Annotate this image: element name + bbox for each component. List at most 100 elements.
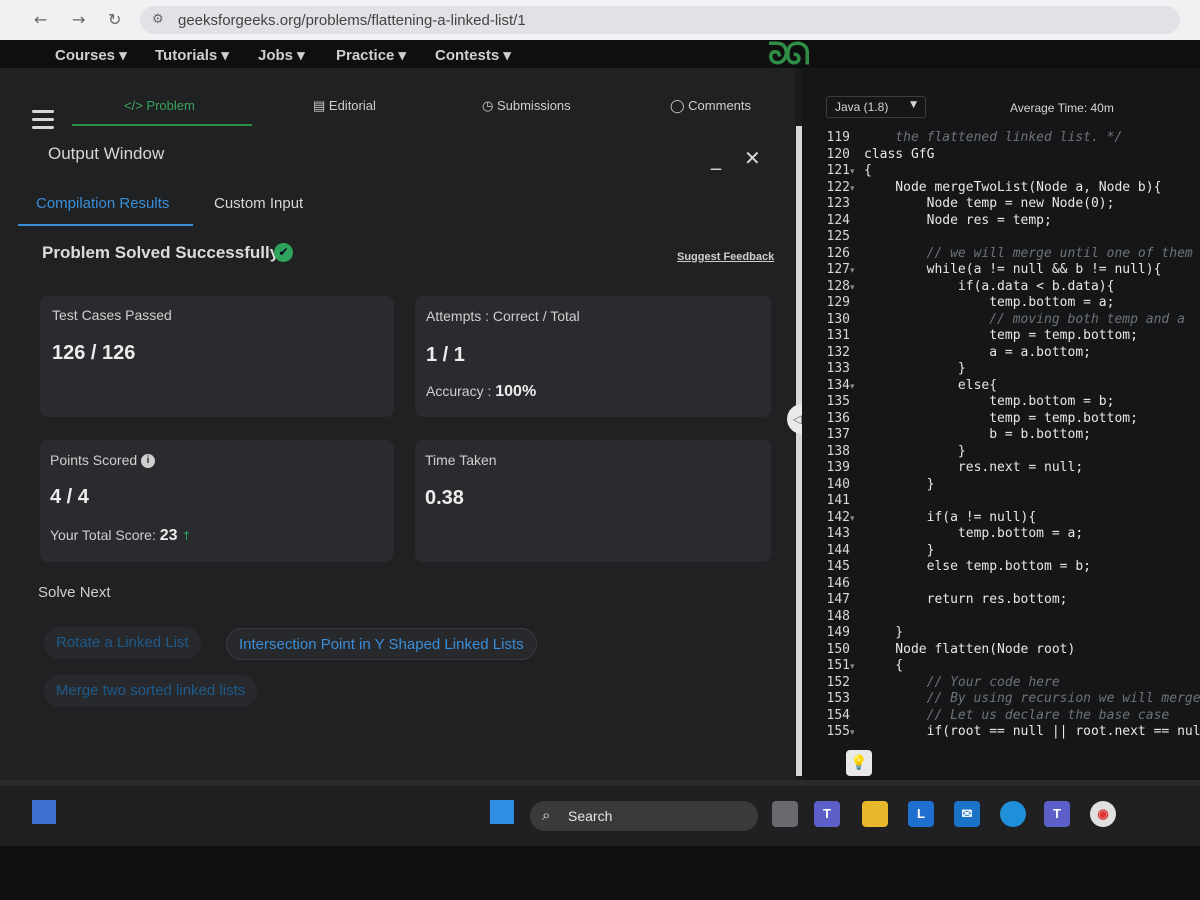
code-line[interactable]: 131 temp = temp.bottom; xyxy=(806,328,1138,344)
code-line[interactable]: 133 } xyxy=(806,361,966,377)
code-line[interactable]: 140 } xyxy=(806,477,935,493)
back-arrow-icon[interactable]: ← xyxy=(34,10,47,29)
code-text[interactable]: return res.bottom; xyxy=(864,592,1068,607)
hamburger-menu-icon[interactable] xyxy=(32,110,54,134)
code-text[interactable]: { xyxy=(864,658,903,673)
code-line[interactable]: 136 temp = temp.bottom; xyxy=(806,411,1138,427)
code-text[interactable]: while(a != null && b != null){ xyxy=(864,262,1162,277)
language-select[interactable]: Java (1.8) ▼ xyxy=(826,96,926,118)
code-line[interactable]: 129 temp.bottom = a; xyxy=(806,295,1115,311)
search-box[interactable]: ⌕ Search xyxy=(530,801,758,831)
info-icon[interactable]: i xyxy=(141,454,156,469)
code-line[interactable]: 121▾{ xyxy=(806,163,872,179)
code-line[interactable]: 132 a = a.bottom; xyxy=(806,345,1091,361)
code-text[interactable]: if(a != null){ xyxy=(864,510,1037,525)
site-info-icon[interactable]: ⚙ xyxy=(152,12,164,27)
nav-practice[interactable]: Practice ▾ xyxy=(336,46,406,64)
code-line[interactable]: 150 Node flatten(Node root) xyxy=(806,642,1076,658)
code-line[interactable]: 128▾ if(a.data < b.data){ xyxy=(806,279,1115,296)
code-line[interactable]: 146 xyxy=(806,576,864,592)
widgets-icon[interactable] xyxy=(32,800,56,824)
code-line[interactable]: 139 res.next = null; xyxy=(806,460,1084,476)
fold-arrow-icon[interactable]: ▾ xyxy=(850,263,864,279)
tab-editorial[interactable]: ▤ Editorial xyxy=(313,98,376,114)
code-line[interactable]: 125 xyxy=(806,229,864,245)
code-text[interactable]: temp.bottom = a; xyxy=(864,526,1083,541)
code-text[interactable]: else temp.bottom = b; xyxy=(864,559,1091,574)
chrome-icon[interactable]: ◉ xyxy=(1090,801,1116,827)
suggestion-chip[interactable]: Merge two sorted linked lists xyxy=(44,675,258,707)
close-button[interactable]: ✕ xyxy=(744,146,761,170)
suggestion-chip[interactable]: Intersection Point in Y Shaped Linked Li… xyxy=(226,628,537,660)
task-view-icon[interactable] xyxy=(772,801,798,827)
code-line[interactable]: 124 Node res = temp; xyxy=(806,213,1052,229)
code-line[interactable]: 137 b = b.bottom; xyxy=(806,427,1091,443)
tab-custom-input[interactable]: Custom Input xyxy=(214,195,303,212)
code-line[interactable]: 126 // we will merge until one of them xyxy=(806,246,1193,262)
code-line[interactable]: 119 the flattened linked list. */ xyxy=(806,130,1123,146)
code-line[interactable]: 144 } xyxy=(806,543,935,559)
url-text[interactable]: geeksforgeeks.org/problems/flattening-a-… xyxy=(178,12,526,29)
code-text[interactable]: temp = temp.bottom; xyxy=(864,328,1138,343)
code-line[interactable]: 152 // Your code here xyxy=(806,675,1060,691)
code-text[interactable]: { xyxy=(864,163,872,178)
teams-chat-icon[interactable]: T xyxy=(814,801,840,827)
code-text[interactable]: Node res = temp; xyxy=(864,213,1052,228)
code-text[interactable]: if(root == null || root.next == null xyxy=(864,724,1200,739)
code-line[interactable]: 135 temp.bottom = b; xyxy=(806,394,1115,410)
code-line[interactable]: 143 temp.bottom = a; xyxy=(806,526,1084,542)
minimize-button[interactable]: _ xyxy=(711,146,721,170)
code-text[interactable]: res.next = null; xyxy=(864,460,1083,475)
code-line[interactable]: 155▾ if(root == null || root.next == nul… xyxy=(806,724,1200,740)
code-text[interactable]: temp = temp.bottom; xyxy=(864,411,1138,426)
fold-arrow-icon[interactable]: ▾ xyxy=(850,725,864,741)
forward-arrow-icon[interactable]: → xyxy=(72,10,85,29)
code-text[interactable]: class GfG xyxy=(864,147,934,162)
code-text[interactable]: temp.bottom = a; xyxy=(864,295,1114,310)
code-text[interactable]: the flattened linked list. */ xyxy=(864,130,1122,145)
code-line[interactable]: 141 xyxy=(806,493,864,509)
nav-courses[interactable]: Courses ▾ xyxy=(55,46,127,64)
suggestion-chip[interactable]: Rotate a Linked List xyxy=(44,627,201,659)
code-line[interactable]: 145 else temp.bottom = b; xyxy=(806,559,1091,575)
code-line[interactable]: 149 } xyxy=(806,625,904,641)
lightbulb-icon[interactable]: 💡 xyxy=(846,750,872,776)
tab-comments[interactable]: ◯ Comments xyxy=(670,98,751,114)
code-text[interactable]: // we will merge until one of them xyxy=(864,246,1193,261)
code-line[interactable]: 148 xyxy=(806,609,864,625)
code-line[interactable]: 153 // By using recursion we will merge xyxy=(806,691,1200,707)
code-text[interactable]: } xyxy=(864,361,966,376)
code-text[interactable]: b = b.bottom; xyxy=(864,427,1091,442)
code-line[interactable]: 154 // Let us declare the base case xyxy=(806,708,1170,724)
nav-contests[interactable]: Contests ▾ xyxy=(435,46,511,64)
code-text[interactable]: } xyxy=(864,625,903,640)
code-text[interactable]: } xyxy=(864,444,966,459)
gfg-logo-icon[interactable]: ᘐᘏ xyxy=(768,40,810,68)
code-text[interactable]: if(a.data < b.data){ xyxy=(864,279,1115,294)
code-line[interactable]: 120 class GfG xyxy=(806,147,935,163)
code-line[interactable]: 142▾ if(a != null){ xyxy=(806,510,1037,527)
code-line[interactable]: 130 // moving both temp and a xyxy=(806,312,1185,328)
nav-jobs[interactable]: Jobs ▾ xyxy=(258,46,305,64)
code-text[interactable]: else{ xyxy=(864,378,997,393)
address-bar[interactable]: ⚙ geeksforgeeks.org/problems/flattening-… xyxy=(140,6,1180,34)
suggest-feedback-link[interactable]: Suggest Feedback xyxy=(677,251,774,263)
code-text[interactable]: Node mergeTwoList(Node a, Node b){ xyxy=(864,180,1161,195)
code-text[interactable]: temp.bottom = b; xyxy=(864,394,1114,409)
code-line[interactable]: 151▾ { xyxy=(806,658,904,674)
code-line[interactable]: 122▾ Node mergeTwoList(Node a, Node b){ xyxy=(806,180,1162,196)
teams-icon[interactable]: T xyxy=(1044,801,1070,827)
edge-browser-icon[interactable] xyxy=(1000,801,1026,827)
tab-compilation-results[interactable]: Compilation Results xyxy=(36,195,169,212)
nav-tutorials[interactable]: Tutorials ▾ xyxy=(155,46,229,64)
fold-arrow-icon[interactable]: ▾ xyxy=(850,280,864,296)
mail-icon[interactable]: ✉ xyxy=(954,801,980,827)
code-text[interactable]: // moving both temp and a xyxy=(864,312,1185,327)
code-line[interactable]: 127▾ while(a != null && b != null){ xyxy=(806,262,1162,279)
fold-arrow-icon[interactable]: ▾ xyxy=(850,379,864,395)
fold-arrow-icon[interactable]: ▾ xyxy=(850,511,864,527)
code-text[interactable]: } xyxy=(864,477,935,492)
windows-start-icon[interactable] xyxy=(490,800,514,824)
reload-icon[interactable]: ↻ xyxy=(108,10,121,29)
code-text[interactable]: } xyxy=(864,543,935,558)
